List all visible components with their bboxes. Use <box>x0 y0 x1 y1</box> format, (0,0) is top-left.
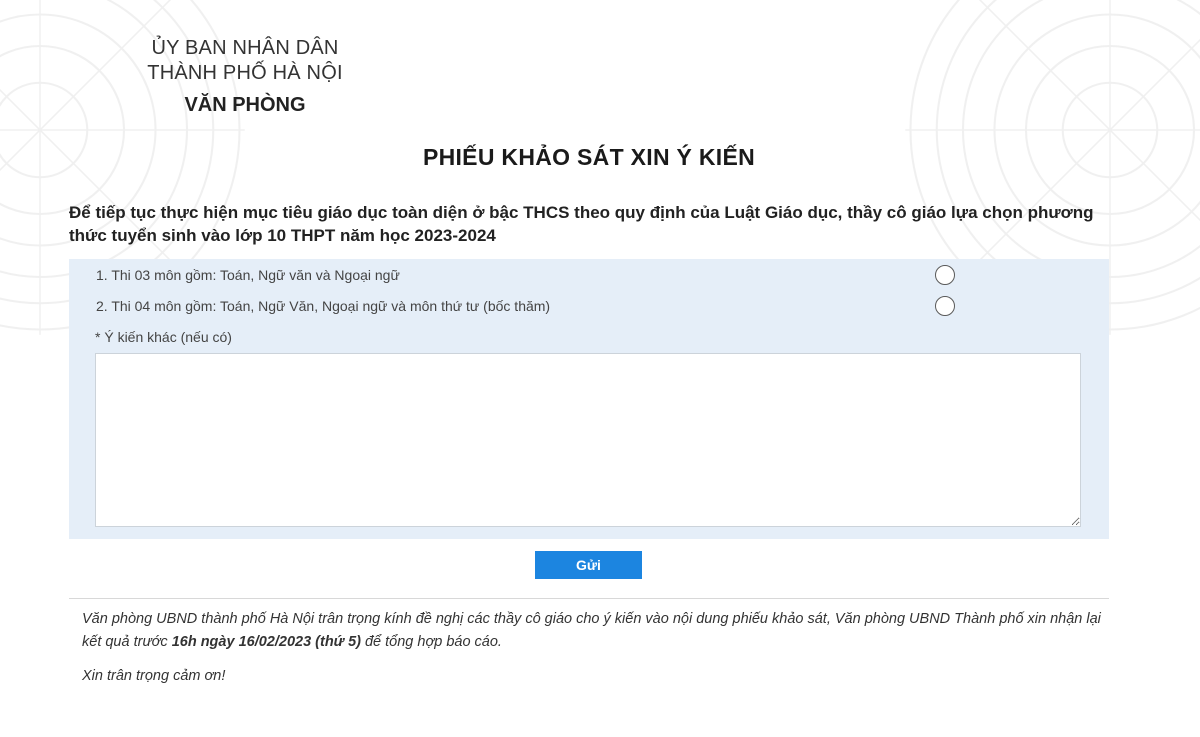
other-opinion-label: * Ý kiến khác (nếu có) <box>95 329 232 345</box>
thanks-text: Xin trân trọng cảm ơn! <box>82 668 226 684</box>
agency-header: ỦY BAN NHÂN DÂN THÀNH PHỐ HÀ NỘI VĂN PHÒ… <box>120 36 370 118</box>
divider <box>69 598 1109 599</box>
agency-line-3: VĂN PHÒNG <box>184 94 306 116</box>
survey-question: Để tiếp tục thực hiện mục tiêu giáo dục … <box>69 203 1094 245</box>
notice-deadline: 16h ngày 16/02/2023 (thứ 5) <box>171 634 361 650</box>
agency-line-1: ỦY BAN NHÂN DÂN <box>151 37 339 59</box>
option-1-radio[interactable] <box>935 265 955 285</box>
notice-text: Văn phòng UBND thành phố Hà Nội trân trọ… <box>82 608 1102 654</box>
submit-button[interactable]: Gửi <box>535 551 642 579</box>
option-2-radio[interactable] <box>935 296 955 316</box>
option-2-label: 2. Thi 04 môn gồm: Toán, Ngữ Văn, Ngoại … <box>96 298 551 314</box>
agency-line-2: THÀNH PHỐ HÀ NỘI <box>147 62 343 84</box>
other-opinion-textarea[interactable] <box>95 353 1081 527</box>
option-1-label: 1. Thi 03 môn gồm: Toán, Ngữ văn và Ngoạ… <box>96 267 400 283</box>
answer-panel: 1. Thi 03 môn gồm: Toán, Ngữ văn và Ngoạ… <box>69 259 1109 539</box>
notice-part-2: để tổng hợp báo cáo. <box>360 634 502 650</box>
page-title: PHIẾU KHẢO SÁT XIN Ý KIẾN <box>422 144 756 170</box>
